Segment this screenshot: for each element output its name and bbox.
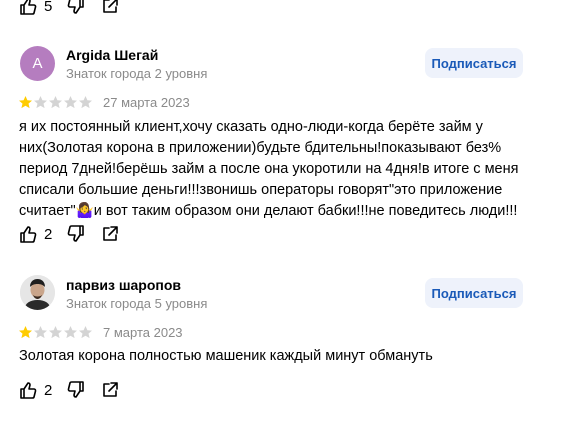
like-count: 2 bbox=[44, 381, 53, 399]
review-date: 27 марта 2023 bbox=[103, 95, 190, 110]
review-text: я их постоянный клиент,хочу сказать одно… bbox=[19, 119, 519, 219]
top-review-actions: 5 bbox=[18, 0, 134, 18]
thumbs-up-icon bbox=[20, 0, 37, 15]
share-button[interactable] bbox=[100, 0, 120, 16]
reviewer-name[interactable]: парвиз шаропов bbox=[66, 277, 181, 293]
share-icon bbox=[103, 382, 119, 397]
star-icon bbox=[49, 96, 62, 109]
like-count: 2 bbox=[44, 225, 53, 243]
review-actions: 2 bbox=[18, 222, 134, 246]
dislike-button[interactable] bbox=[66, 0, 86, 16]
avatar[interactable] bbox=[20, 275, 55, 310]
share-button[interactable] bbox=[100, 380, 120, 400]
rating-stars bbox=[18, 325, 93, 339]
thumbs-down-icon bbox=[67, 225, 85, 242]
share-icon bbox=[103, 226, 119, 241]
user-photo-icon bbox=[20, 275, 55, 310]
dislike-button[interactable] bbox=[66, 224, 86, 244]
like-count: 5 bbox=[44, 0, 53, 15]
reviewer-name[interactable]: Argida Шегай bbox=[66, 47, 158, 63]
star-icon bbox=[79, 96, 92, 109]
star-icon bbox=[49, 326, 62, 339]
subscribe-button[interactable]: Подписаться bbox=[425, 278, 523, 308]
thumbs-down-icon bbox=[67, 381, 85, 398]
star-icon bbox=[19, 326, 32, 339]
star-icon bbox=[79, 326, 92, 339]
thumbs-up-icon bbox=[20, 226, 37, 243]
review-actions: 2 bbox=[18, 378, 134, 402]
star-icon bbox=[34, 96, 47, 109]
review-text: Золотая корона полностью машеник каждый … bbox=[19, 348, 433, 364]
share-button[interactable] bbox=[100, 224, 120, 244]
like-button[interactable]: 5 bbox=[18, 0, 52, 16]
star-icon bbox=[19, 96, 32, 109]
thumbs-down-icon bbox=[67, 0, 85, 14]
star-icon bbox=[64, 96, 77, 109]
dislike-button[interactable] bbox=[66, 380, 86, 400]
rating-stars bbox=[18, 95, 93, 109]
avatar[interactable]: A bbox=[20, 46, 55, 81]
like-button[interactable]: 2 bbox=[18, 380, 52, 400]
star-icon bbox=[34, 326, 47, 339]
star-icon bbox=[64, 326, 77, 339]
reviewer-level: Знаток города 5 уровня bbox=[66, 296, 208, 311]
reviewer-level: Знаток города 2 уровня bbox=[66, 66, 208, 81]
review-date: 7 марта 2023 bbox=[103, 325, 183, 340]
subscribe-button[interactable]: Подписаться bbox=[425, 48, 523, 78]
like-button[interactable]: 2 bbox=[18, 224, 52, 244]
share-icon bbox=[103, 0, 119, 13]
thumbs-up-icon bbox=[20, 382, 37, 399]
